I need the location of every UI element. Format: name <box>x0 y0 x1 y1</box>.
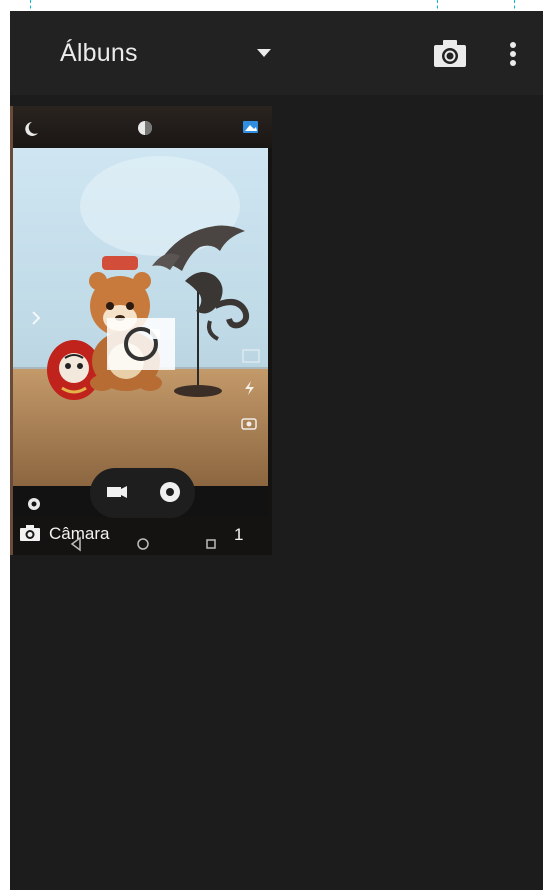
page-title: Álbuns <box>60 39 138 67</box>
more-options-button[interactable] <box>500 35 528 75</box>
album-tile[interactable]: Câmara 1 <box>10 106 272 555</box>
camera-icon <box>20 525 40 541</box>
camera-icon <box>434 40 466 67</box>
triangle-down-icon <box>257 49 271 57</box>
album-thumbnail <box>10 106 272 555</box>
camera-button[interactable] <box>428 35 472 75</box>
album-count: 1 <box>234 525 244 544</box>
app-bar: Álbuns <box>10 11 543 95</box>
album-footer: Câmara 1 <box>10 517 272 555</box>
album-selector-dropdown[interactable] <box>248 41 280 65</box>
more-vertical-icon <box>510 42 516 66</box>
gallery-screen: Álbuns Câmara 1 <box>10 11 543 890</box>
album-name: Câmara <box>49 524 110 543</box>
